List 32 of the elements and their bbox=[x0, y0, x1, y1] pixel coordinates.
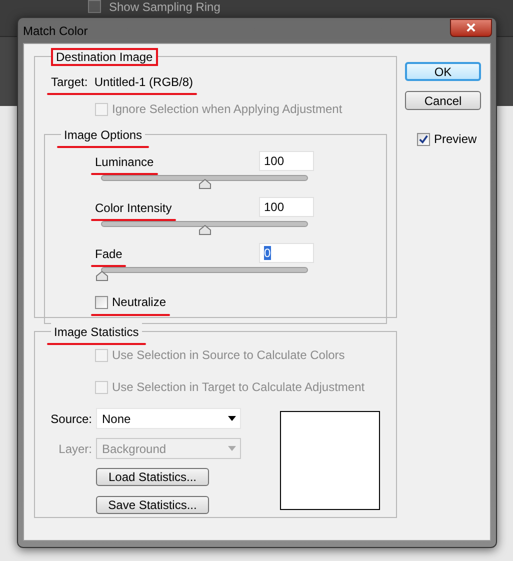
value-field[interactable]: 100 bbox=[259, 197, 314, 217]
window-title: Match Color bbox=[23, 22, 88, 40]
slider-thumb[interactable] bbox=[96, 271, 108, 281]
checkbox-label: Preview bbox=[434, 131, 477, 148]
checkbox-label: Neutralize bbox=[112, 294, 166, 311]
caret-icon bbox=[228, 446, 236, 451]
dialog-button[interactable]: OK bbox=[405, 62, 481, 81]
slider-thumb[interactable] bbox=[198, 225, 210, 235]
slider-label: Luminance bbox=[95, 155, 154, 169]
checkbox-label: Ignore Selection when Applying Adjustment bbox=[112, 101, 342, 118]
statistics-button[interactable]: Load Statistics... bbox=[96, 468, 209, 486]
checkbox[interactable] bbox=[88, 0, 101, 13]
checkbox-label: Show Sampling Ring bbox=[109, 0, 220, 14]
dropdown[interactable]: None bbox=[96, 408, 241, 429]
dropdown-label: Source: bbox=[50, 410, 93, 428]
value-field[interactable]: 100 bbox=[259, 151, 314, 171]
dropdown-label: Layer: bbox=[58, 440, 93, 458]
checkbox-label: Use Selection in Target to Calculate Adjustment bbox=[112, 379, 365, 396]
value-field[interactable]: 0 bbox=[259, 243, 314, 263]
checkbox-label: Use Selection in Source to Calculate Colors bbox=[112, 347, 345, 364]
close-button[interactable] bbox=[450, 18, 492, 36]
statistics-button[interactable]: Save Statistics... bbox=[96, 496, 209, 514]
slider-label: Fade bbox=[95, 247, 122, 261]
caret-icon bbox=[228, 416, 236, 421]
checkbox[interactable] bbox=[417, 132, 430, 146]
slider-label: Color Intensity bbox=[95, 201, 172, 215]
slider-thumb[interactable] bbox=[198, 179, 210, 189]
close-icon bbox=[466, 23, 476, 32]
checkbox[interactable] bbox=[95, 296, 108, 308]
dialog-button[interactable]: Cancel bbox=[405, 91, 481, 110]
target-label: Target: Untitled-1 (RGB/8) bbox=[51, 75, 194, 89]
group-label: Destination Image bbox=[51, 48, 158, 66]
